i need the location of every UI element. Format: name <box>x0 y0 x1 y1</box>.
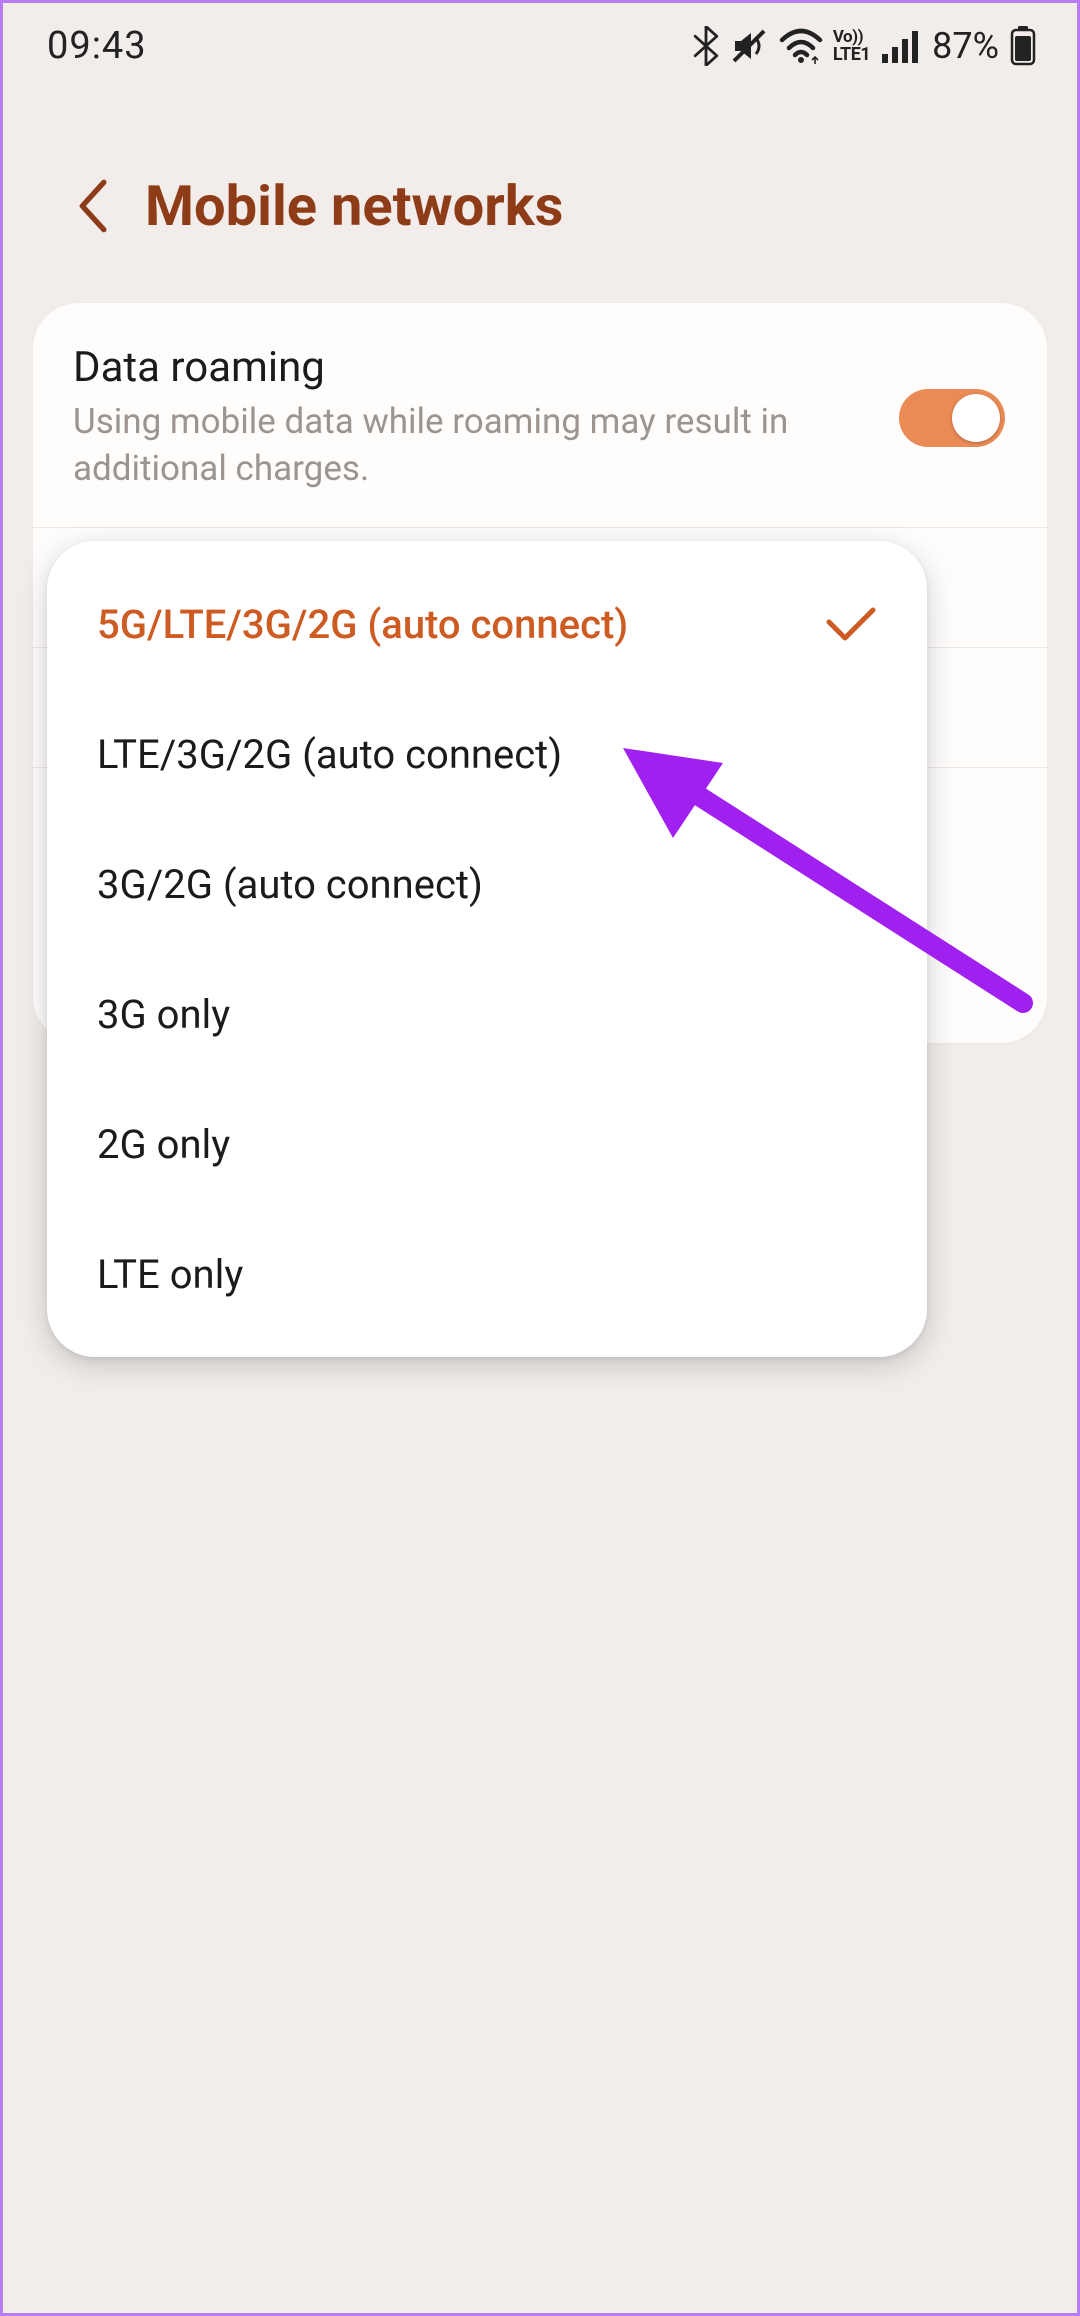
data-roaming-title: Data roaming <box>73 343 879 392</box>
option-label: LTE/3G/2G (auto connect) <box>97 731 562 778</box>
page-title: Mobile networks <box>145 173 563 239</box>
status-time: 09:43 <box>47 24 147 68</box>
wifi-icon <box>779 26 823 66</box>
option-label: 3G only <box>97 991 230 1038</box>
status-icons: Vo)) LTE1 87% <box>693 25 1037 67</box>
network-mode-option-5g[interactable]: 5G/LTE/3G/2G (auto connect) <box>47 559 927 689</box>
option-label: 3G/2G (auto connect) <box>97 861 483 908</box>
battery-icon <box>1009 26 1037 66</box>
option-label: LTE only <box>97 1251 243 1298</box>
data-roaming-desc: Using mobile data while roaming may resu… <box>73 398 879 493</box>
network-mode-option-3g2g[interactable]: 3G/2G (auto connect) <box>47 819 927 949</box>
battery-percent: 87% <box>932 25 999 67</box>
volte-indicator: Vo)) LTE1 <box>833 28 870 64</box>
header: Mobile networks <box>3 173 1077 239</box>
network-mode-option-2g[interactable]: 2G only <box>47 1079 927 1209</box>
network-mode-option-lte[interactable]: LTE/3G/2G (auto connect) <box>47 689 927 819</box>
network-mode-option-3g[interactable]: 3G only <box>47 949 927 1079</box>
option-label: 2G only <box>97 1121 230 1168</box>
back-icon[interactable] <box>75 178 109 234</box>
checkmark-icon <box>825 604 877 644</box>
bluetooth-icon <box>693 26 719 66</box>
mute-icon <box>729 26 769 66</box>
network-mode-dropdown: 5G/LTE/3G/2G (auto connect) LTE/3G/2G (a… <box>47 541 927 1357</box>
network-mode-option-lteonly[interactable]: LTE only <box>47 1209 927 1339</box>
option-label: 5G/LTE/3G/2G (auto connect) <box>97 601 628 648</box>
setting-data-roaming[interactable]: Data roaming Using mobile data while roa… <box>33 309 1047 528</box>
status-bar: 09:43 Vo)) LTE1 <box>3 3 1077 89</box>
cellular-signal-icon <box>880 27 920 65</box>
data-roaming-toggle[interactable] <box>899 389 1005 447</box>
